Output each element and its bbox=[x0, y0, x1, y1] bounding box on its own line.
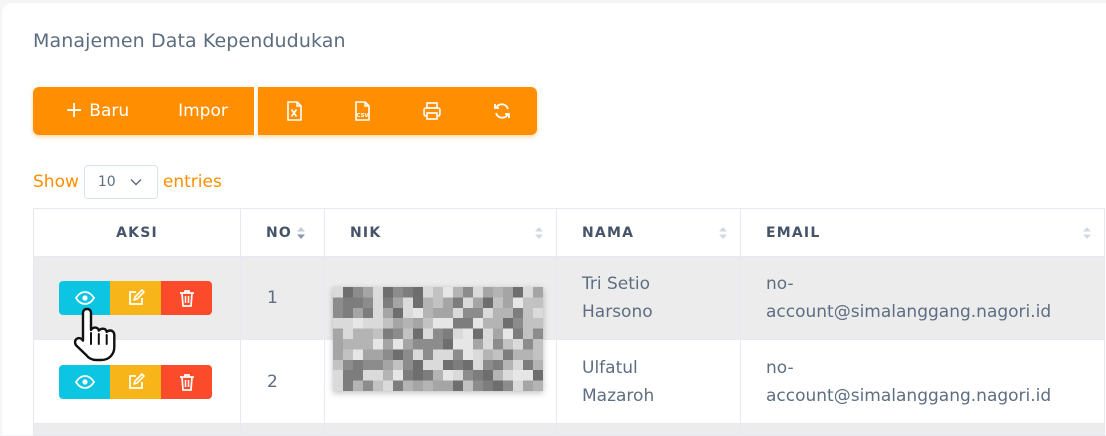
view-button[interactable] bbox=[59, 364, 110, 399]
nik-cell bbox=[324, 423, 557, 436]
column-header-nama[interactable]: NAMA bbox=[556, 208, 741, 257]
nama-cell bbox=[556, 423, 741, 436]
table-row: 2 Ulfatul Mazaroh no- account@simalangga… bbox=[33, 339, 1105, 424]
email-cell bbox=[740, 423, 1105, 436]
new-button[interactable]: + Baru bbox=[61, 87, 133, 135]
plus-icon: + bbox=[64, 98, 84, 123]
trash-icon bbox=[179, 373, 194, 391]
show-label: Show bbox=[33, 172, 79, 192]
nama-line: Tri Setio bbox=[582, 274, 651, 294]
refresh-icon bbox=[494, 103, 510, 119]
chevron-down-icon bbox=[130, 178, 142, 186]
eye-icon bbox=[74, 291, 95, 305]
entries-suffix-label: entries bbox=[162, 172, 222, 192]
delete-button[interactable] bbox=[161, 364, 212, 399]
column-header-aksi-label: AKSI bbox=[116, 224, 158, 241]
row-number: 1 bbox=[240, 256, 325, 340]
sort-icon bbox=[719, 227, 727, 239]
print-button[interactable] bbox=[421, 87, 443, 135]
export-excel-button[interactable] bbox=[283, 87, 305, 135]
column-header-email[interactable]: EMAIL bbox=[740, 208, 1105, 257]
email-cell: no- account@simalanggang.nagori.id bbox=[740, 256, 1105, 340]
sort-icon bbox=[535, 227, 543, 239]
import-button-label: Impor bbox=[178, 101, 228, 121]
row-number bbox=[240, 423, 325, 436]
hand-pointer-cursor-icon bbox=[73, 307, 116, 362]
email-line: no- bbox=[766, 357, 794, 378]
edit-button[interactable] bbox=[110, 364, 161, 399]
excel-icon bbox=[287, 101, 302, 121]
eye-icon bbox=[74, 374, 95, 389]
table-row bbox=[33, 423, 1105, 436]
row-actions bbox=[59, 364, 240, 399]
email-cell: no- account@simalanggang.nagori.id bbox=[740, 339, 1105, 424]
nama-line: Harsono bbox=[582, 302, 653, 322]
email-line: account@simalanggang.nagori.id bbox=[766, 302, 1052, 322]
nama-line: Mazaroh bbox=[582, 385, 655, 406]
column-header-aksi: AKSI bbox=[33, 208, 241, 257]
redacted-nik-pixelation bbox=[333, 287, 543, 391]
column-header-no[interactable]: NO bbox=[240, 208, 325, 257]
column-header-nik[interactable]: NIK bbox=[324, 208, 557, 257]
nama-line: Ulfatul bbox=[582, 357, 638, 378]
page-title: Manajemen Data Kependudukan bbox=[33, 30, 346, 52]
print-icon bbox=[423, 102, 441, 120]
column-header-email-label: EMAIL bbox=[766, 224, 821, 241]
refresh-button[interactable] bbox=[491, 87, 513, 135]
new-button-label: Baru bbox=[89, 101, 130, 121]
entries-control: Show 10 entries bbox=[33, 165, 222, 199]
edit-icon bbox=[128, 372, 145, 389]
edit-icon bbox=[128, 289, 145, 305]
sort-icon bbox=[1083, 227, 1091, 239]
table-row: 1 Tri Setio Harsono no- account@simalang… bbox=[33, 256, 1105, 340]
nama-cell: Ulfatul Mazaroh bbox=[556, 339, 741, 424]
data-table: AKSI NO NIK NAMA EMAIL 1 Tri Setio Harso… bbox=[33, 208, 1105, 436]
sort-icon bbox=[297, 227, 305, 239]
column-header-nama-label: NAMA bbox=[582, 224, 635, 241]
email-line: no- bbox=[766, 274, 794, 294]
nama-cell: Tri Setio Harsono bbox=[556, 256, 741, 340]
trash-icon bbox=[179, 290, 194, 307]
svg-text:CSV: CSV bbox=[356, 113, 369, 119]
column-header-no-label: NO bbox=[266, 224, 293, 241]
delete-button[interactable] bbox=[161, 281, 212, 315]
email-line: account@simalanggang.nagori.id bbox=[766, 385, 1052, 406]
column-header-nik-label: NIK bbox=[350, 224, 382, 241]
actions-cell bbox=[33, 339, 241, 424]
import-button[interactable]: Impor bbox=[175, 87, 231, 135]
actions-cell bbox=[33, 256, 241, 340]
entries-select[interactable]: 10 bbox=[83, 165, 158, 199]
actions-cell bbox=[33, 423, 241, 436]
export-csv-button[interactable]: CSV bbox=[351, 87, 373, 135]
csv-icon: CSV bbox=[355, 101, 370, 121]
entries-select-value: 10 bbox=[97, 174, 116, 190]
row-number: 2 bbox=[240, 339, 325, 424]
